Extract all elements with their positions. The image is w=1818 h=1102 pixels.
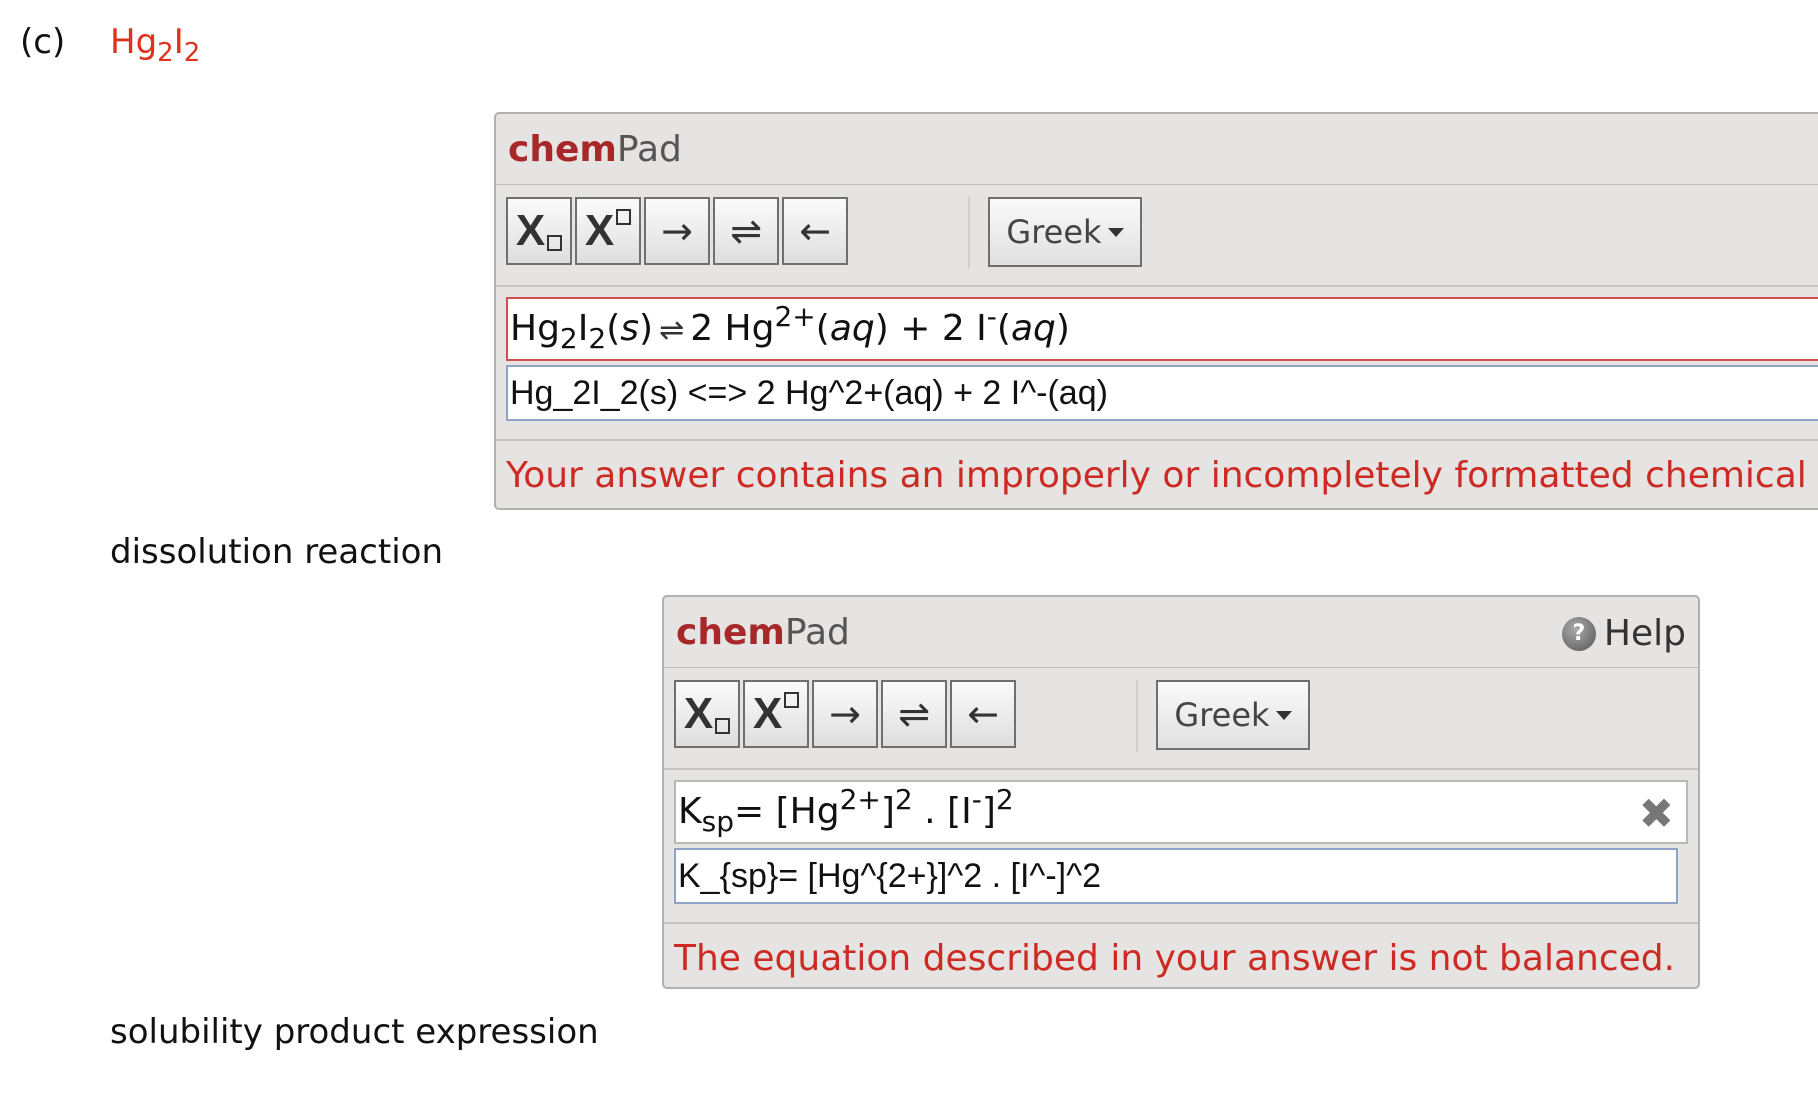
reverse-arrow-button[interactable]: ← (782, 197, 848, 265)
compound-formula: Hg2I2 (110, 22, 201, 68)
equilibrium-arrows-icon: ⇌ (898, 692, 930, 736)
chempad-ksp: chemPad ? Help X X → ⇌ ← Greek Ksp= [Hg2+… (662, 595, 1700, 989)
superscript-button[interactable]: X (575, 197, 641, 265)
part-label: (c) (20, 22, 66, 62)
toolbar-divider (1136, 680, 1138, 752)
error-message: Your answer contains an improperly or in… (506, 455, 1807, 496)
reaction-arrow-button[interactable]: → (644, 197, 710, 265)
clear-x-icon[interactable]: ✖ (1639, 793, 1674, 835)
rendered-expression: Ksp= [Hg2+]2 . [I-]2 ✖ (674, 780, 1688, 844)
chempad-header: chemPad ? Help (664, 597, 1698, 668)
arrow-right-icon: → (829, 692, 861, 736)
help-icon: ? (1561, 616, 1596, 651)
greek-dropdown[interactable]: Greek (988, 197, 1142, 267)
chempad-edit-area: Ksp= [Hg2+]2 . [I-]2 ✖ K_{sp}= [Hg^{2+}]^… (664, 770, 1698, 924)
toolbar-divider (968, 197, 970, 269)
caret-down-icon (1275, 710, 1292, 720)
chempad-logo: chemPad (676, 612, 850, 653)
greek-dropdown[interactable]: Greek (1156, 680, 1310, 750)
caret-down-icon (1107, 227, 1124, 237)
arrow-right-icon: → (661, 209, 693, 253)
dissolution-reaction-label: dissolution reaction (110, 532, 443, 572)
rendered-equation: Hg2I2(s) ⇌ 2 Hg2+(aq) + 2 I-(aq) (506, 297, 1818, 361)
chempad-toolbar: X X → ⇌ ← Greek (496, 185, 1818, 287)
superscript-button[interactable]: X (743, 680, 809, 748)
equilibrium-arrow-button[interactable]: ⇌ (881, 680, 947, 748)
equation-input[interactable]: Hg_2I_2(s) <=> 2 Hg^2+(aq) + 2 I^-(aq) (506, 365, 1818, 421)
chempad-edit-area: Hg2I2(s) ⇌ 2 Hg2+(aq) + 2 I-(aq) Hg_2I_2(s… (496, 287, 1818, 441)
solubility-product-expression-label: solubility product expression (110, 1012, 599, 1052)
subscript-button[interactable]: X (674, 680, 740, 748)
chempad-toolbar: X X → ⇌ ← Greek (664, 668, 1698, 770)
equilibrium-arrow-button[interactable]: ⇌ (713, 197, 779, 265)
chempad-logo: chemPad (508, 129, 682, 170)
arrow-left-icon: ← (799, 209, 831, 253)
reaction-arrow-button[interactable]: → (812, 680, 878, 748)
chempad-header: chemPad (496, 114, 1818, 185)
equilibrium-icon: ⇌ (659, 313, 685, 348)
subscript-button[interactable]: X (506, 197, 572, 265)
arrow-left-icon: ← (967, 692, 999, 736)
error-message: The equation described in your answer is… (674, 938, 1676, 979)
help-link[interactable]: ? Help (1561, 613, 1686, 654)
chempad-dissolution: chemPad X X → ⇌ ← Greek Hg2I2(s) ⇌ 2 Hg2+(… (494, 112, 1818, 510)
expression-input[interactable]: K_{sp}= [Hg^{2+}]^2 . [I^-]^2 (674, 848, 1678, 904)
reverse-arrow-button[interactable]: ← (950, 680, 1016, 748)
equilibrium-arrows-icon: ⇌ (730, 209, 762, 253)
